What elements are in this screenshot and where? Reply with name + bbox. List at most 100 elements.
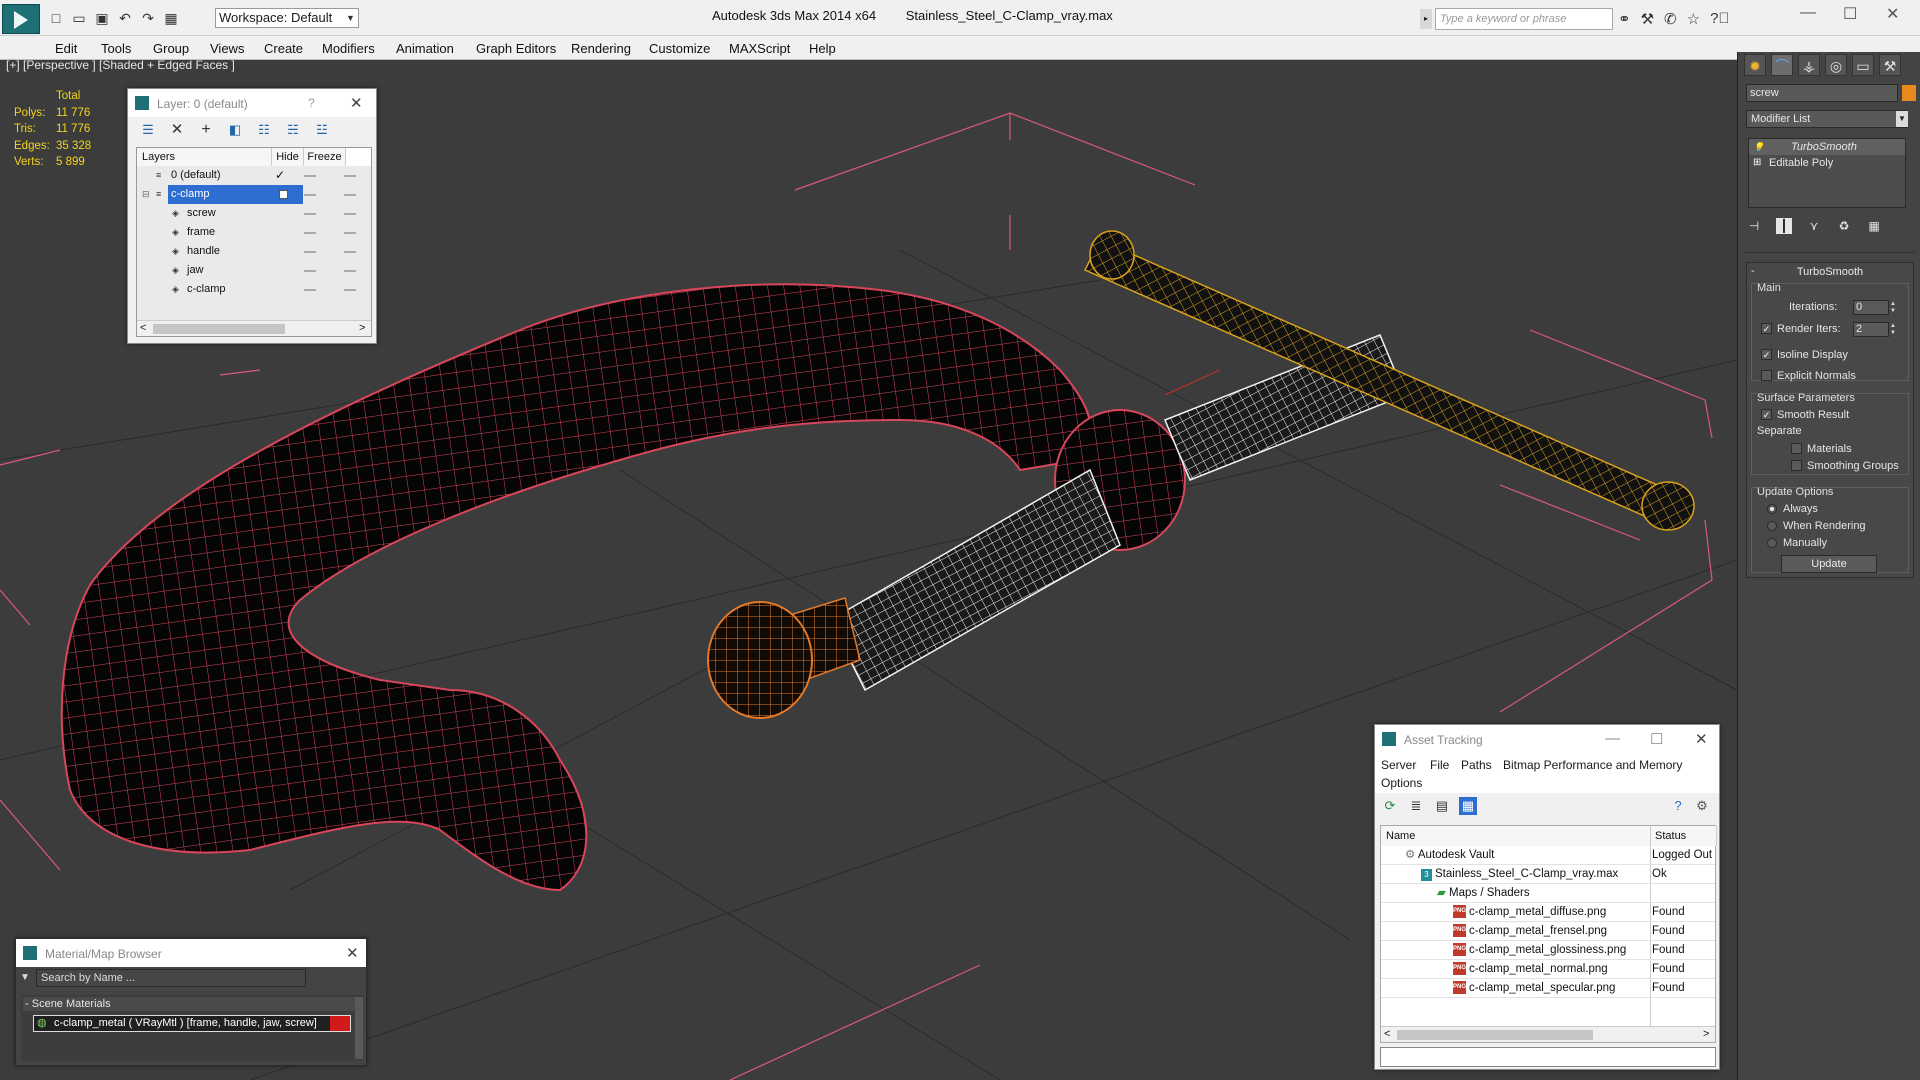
smoothing-groups-checkbox[interactable] (1791, 460, 1802, 471)
close-icon[interactable]: ✕ (350, 94, 363, 112)
when-rendering-radio[interactable] (1767, 521, 1777, 531)
remove-modifier-icon[interactable]: ♻ (1836, 218, 1852, 234)
detail-view-icon[interactable]: ▤ (1433, 797, 1451, 815)
freeze-toggle[interactable] (344, 270, 356, 272)
viewport-label[interactable]: [+] [Perspective ] [Shaded + Edged Faces… (6, 60, 235, 72)
freeze-toggle[interactable] (344, 213, 356, 215)
screw-thread-mesh[interactable] (829, 468, 1121, 692)
checkmark-icon[interactable]: ✓ (275, 166, 285, 185)
configure-sets-icon[interactable]: ▦ (1866, 218, 1882, 234)
new-file-icon[interactable]: □ (46, 9, 66, 27)
rollout-title[interactable]: TurboSmooth (1747, 266, 1913, 278)
menu-server[interactable]: Server (1381, 758, 1416, 772)
explicit-normals-checkbox[interactable] (1761, 370, 1772, 381)
browser-options-icon[interactable]: ▼ (20, 972, 30, 983)
asset-row[interactable]: PNG c-clamp_metal_normal.png Found (1381, 960, 1715, 979)
workspace-dropdown[interactable]: Workspace: Default (215, 8, 359, 28)
hide-toggle[interactable] (304, 251, 316, 253)
close-icon[interactable]: ✕ (1695, 730, 1708, 748)
render-iters-checkbox[interactable]: ✓ (1761, 323, 1772, 334)
menu-modifiers[interactable]: Modifiers (322, 41, 375, 56)
freeze-toggle[interactable] (344, 232, 356, 234)
minimize-icon[interactable]: — (1605, 730, 1620, 747)
asset-row[interactable]: PNG c-clamp_metal_specular.png Found (1381, 979, 1715, 998)
create-layer-icon[interactable]: ☰ (139, 121, 157, 139)
app-logo-icon[interactable] (2, 4, 40, 34)
pin-stack-icon[interactable]: ⊣ (1746, 218, 1762, 234)
scroll-left-icon[interactable]: < (140, 322, 146, 334)
menu-help[interactable]: Help (809, 41, 836, 56)
layer-object-row[interactable]: ◈ frame (137, 223, 371, 242)
asset-row[interactable]: PNG c-clamp_metal_glossiness.png Found (1381, 941, 1715, 960)
hide-toggle[interactable] (304, 213, 316, 215)
maximize-icon[interactable]: ☐ (1650, 730, 1663, 748)
update-button[interactable]: Update (1781, 555, 1877, 573)
delete-layer-icon[interactable]: ✕ (168, 121, 186, 139)
asset-row[interactable]: PNG c-clamp_metal_frensel.png Found (1381, 922, 1715, 941)
hide-all-icon[interactable]: ☵ (284, 121, 302, 139)
menu-tools[interactable]: Tools (101, 41, 131, 56)
subscription-icon[interactable]: ⚒ (1641, 10, 1654, 28)
scrollbar-thumb[interactable] (1397, 1030, 1593, 1040)
freeze-toggle[interactable] (344, 175, 356, 177)
collapse-icon[interactable]: ⊟ (142, 189, 152, 199)
horizontal-scrollbar[interactable]: < > (1381, 1026, 1715, 1042)
menu-file[interactable]: File (1430, 758, 1449, 772)
make-unique-icon[interactable]: ⋎ (1806, 218, 1822, 234)
asset-path-field[interactable] (1380, 1047, 1716, 1067)
display-tab-icon[interactable]: ▭ (1852, 54, 1874, 76)
settings-icon[interactable]: ⚙ (1693, 797, 1711, 815)
hide-toggle[interactable] (304, 232, 316, 234)
scrollbar-thumb[interactable] (153, 324, 285, 334)
add-to-layer-icon[interactable]: + (197, 121, 215, 139)
menu-create[interactable]: Create (264, 41, 303, 56)
scroll-left-icon[interactable]: < (1384, 1028, 1390, 1040)
manually-radio[interactable] (1767, 538, 1777, 548)
stack-item-editable-poly[interactable]: ⊞ Editable Poly (1749, 155, 1905, 171)
highlight-layer-icon[interactable]: ☷ (255, 121, 273, 139)
list-view-icon[interactable]: ≣ (1407, 797, 1425, 815)
materials-checkbox[interactable] (1791, 443, 1802, 454)
undo-icon[interactable]: ↶ (115, 9, 135, 27)
column-header-name[interactable]: Name (1381, 826, 1651, 846)
asset-row[interactable]: ▰ Maps / Shaders (1381, 884, 1715, 903)
menu-maxscript[interactable]: MAXScript (729, 41, 790, 56)
menu-options[interactable]: Options (1381, 776, 1422, 790)
stack-item-turbosmooth[interactable]: 💡 TurboSmooth (1749, 139, 1905, 155)
close-icon[interactable]: ✕ (346, 944, 359, 962)
utilities-tab-icon[interactable]: ⚒ (1879, 54, 1901, 76)
communication-icon[interactable]: ✆ (1664, 10, 1677, 28)
chevron-down-icon[interactable]: ▼ (346, 9, 358, 27)
freeze-toggle[interactable] (344, 289, 356, 291)
menu-bitmap-performance[interactable]: Bitmap Performance and Memory (1503, 758, 1682, 772)
column-header-status[interactable]: Status (1651, 826, 1717, 846)
isoline-display-checkbox[interactable]: ✓ (1761, 349, 1772, 360)
menu-edit[interactable]: Edit (55, 41, 77, 56)
smooth-result-checkbox[interactable]: ✓ (1761, 409, 1772, 420)
menu-customize[interactable]: Customize (649, 41, 710, 56)
menu-paths[interactable]: Paths (1461, 758, 1492, 772)
scroll-right-icon[interactable]: > (359, 322, 365, 334)
redo-icon[interactable]: ↷ (138, 9, 158, 27)
freeze-toggle[interactable] (344, 251, 356, 253)
always-radio[interactable] (1767, 504, 1777, 514)
hide-toggle[interactable] (304, 270, 316, 272)
lightbulb-icon[interactable]: 💡 (1753, 142, 1764, 152)
swivel-pad-mesh[interactable] (707, 601, 813, 719)
freeze-all-icon[interactable]: ☳ (313, 121, 331, 139)
layer-row[interactable]: ≡ 0 (default) ✓ (137, 166, 371, 185)
scene-materials-header[interactable]: - Scene Materials (23, 997, 361, 1011)
handle-end-left-mesh[interactable] (1089, 230, 1135, 280)
transform-gizmo[interactable] (1164, 369, 1221, 396)
expand-icon[interactable]: ⊞ (1753, 158, 1763, 168)
layer-object-row[interactable]: ◈ c-clamp (137, 280, 371, 299)
asset-row[interactable]: ⚙ Autodesk Vault Logged Out (1381, 846, 1715, 865)
help-icon[interactable]: ? (1669, 797, 1687, 815)
current-layer-box[interactable] (279, 190, 288, 199)
hide-toggle[interactable] (304, 194, 316, 196)
close-icon[interactable]: ✕ (1886, 4, 1899, 24)
favorites-star-icon[interactable]: ☆ (1687, 10, 1700, 28)
menu-graph-editors[interactable]: Graph Editors (476, 41, 556, 56)
help-icon[interactable]: ? (308, 96, 315, 110)
layer-object-row[interactable]: ◈ screw (137, 204, 371, 223)
